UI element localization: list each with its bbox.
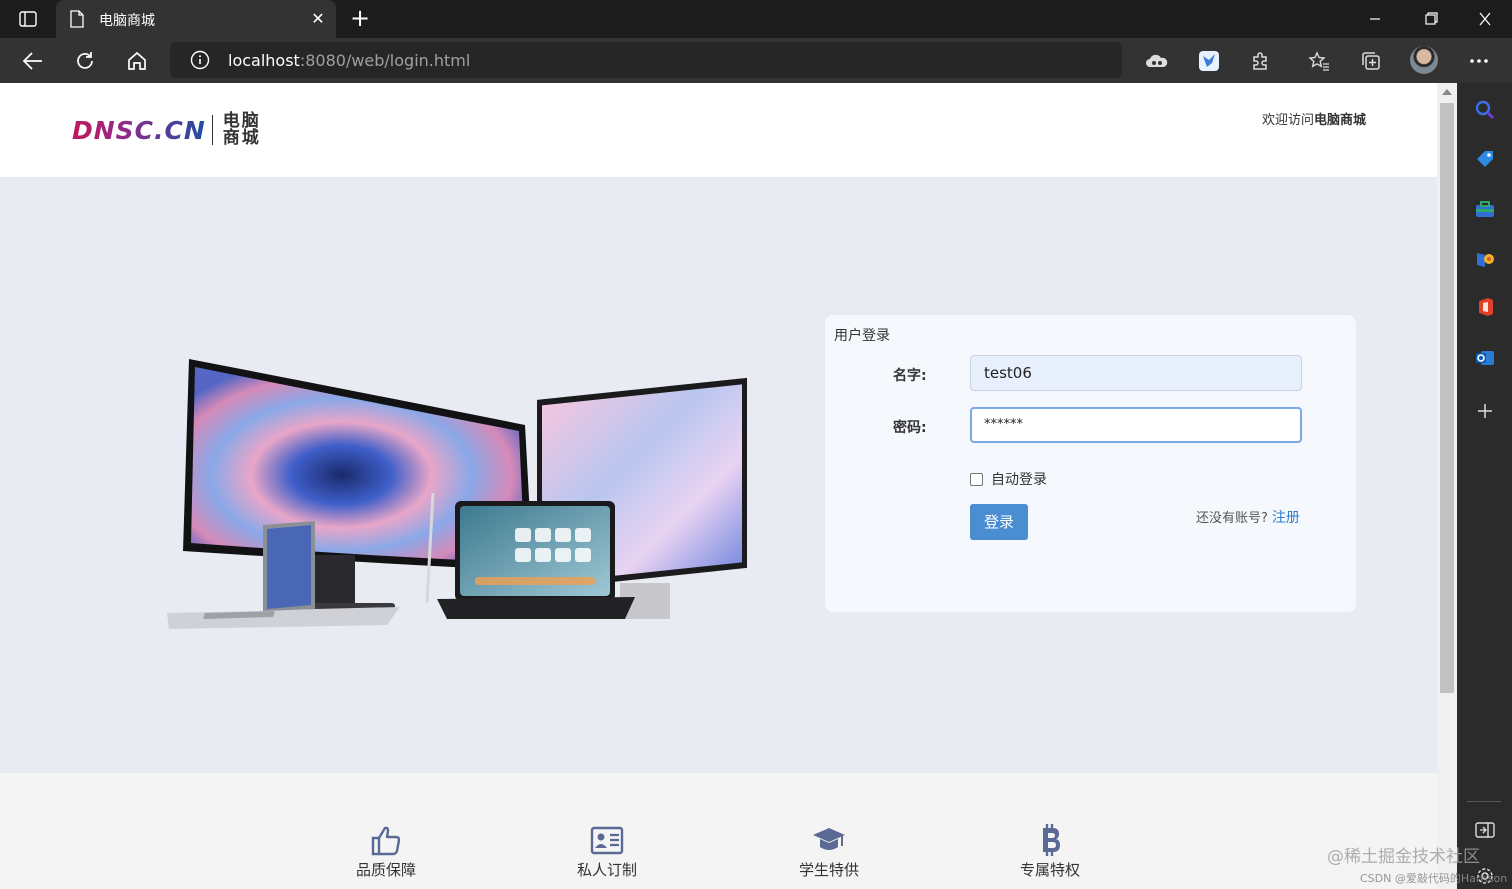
site-info-icon[interactable]: [190, 50, 210, 70]
hide-sidebar-icon[interactable]: [1475, 820, 1495, 840]
url-path: :8080/web/login.html: [299, 51, 471, 70]
extension-cloud-button[interactable]: [1142, 46, 1172, 76]
register-link[interactable]: 注册: [1272, 510, 1300, 526]
feature-privilege[interactable]: 专属特权: [1000, 823, 1100, 883]
more-icon: [1470, 59, 1488, 63]
page-scrollbar[interactable]: [1437, 83, 1457, 889]
tools-icon[interactable]: [1475, 199, 1495, 219]
add-icon[interactable]: [1475, 401, 1495, 421]
page-icon: [70, 10, 84, 28]
cloud-extension-icon: [1146, 54, 1168, 67]
home-button[interactable]: [122, 46, 152, 76]
username-input[interactable]: test06: [970, 355, 1302, 391]
collections-button[interactable]: [1356, 46, 1386, 76]
logo-chinese: 电脑商城: [222, 111, 261, 148]
feature-quality[interactable]: 品质保障: [336, 823, 436, 883]
office-icon[interactable]: [1475, 297, 1495, 317]
favorites-icon: [1308, 51, 1329, 71]
auto-login-label: 自动登录: [991, 472, 1047, 488]
favorites-button[interactable]: [1304, 46, 1334, 76]
scroll-thumb[interactable]: [1440, 103, 1454, 693]
features-bar: 品质保障 私人订制 学生特供 专属特权: [0, 773, 1437, 889]
url-host: localhost: [228, 51, 300, 70]
feature-label: 学生特供: [798, 861, 859, 879]
no-account-text: 还没有账号?: [1196, 511, 1268, 526]
page-viewport: DNSC.CN 电脑商城 欢迎访问电脑商城 用户登录 名字: test06 密码…: [0, 83, 1437, 889]
feature-label: 私人订制: [576, 861, 637, 879]
password-input[interactable]: ******: [970, 407, 1302, 443]
shopping-tag-icon[interactable]: [1475, 149, 1495, 169]
login-panel: 用户登录 名字: test06 密码: ****** 自动登录 登录 还没有账号…: [825, 315, 1356, 612]
refresh-icon: [77, 52, 93, 69]
games-icon[interactable]: [1475, 249, 1495, 269]
window-close-icon[interactable]: [1470, 8, 1500, 30]
back-arrow-icon: [22, 52, 42, 70]
extensions-button[interactable]: [1246, 46, 1276, 76]
welcome-prefix: 欢迎访问: [1262, 113, 1315, 128]
logo-english: DNSC.CN: [72, 115, 206, 145]
site-logo[interactable]: DNSC.CN 电脑商城: [72, 113, 267, 147]
tab-actions-icon: [19, 11, 37, 27]
username-label: 名字:: [893, 368, 927, 384]
welcome-text: 欢迎访问电脑商城: [1262, 109, 1366, 128]
auto-login-option[interactable]: 自动登录: [970, 469, 1047, 489]
restore-icon[interactable]: [1416, 8, 1446, 30]
welcome-site-name: 电脑商城: [1314, 113, 1367, 128]
address-bar[interactable]: localhost:8080/web/login.html: [170, 42, 1122, 78]
tab-title: 电脑商城: [99, 13, 155, 29]
graduation-cap-icon: [813, 828, 845, 850]
bitcoin-icon: [1043, 824, 1060, 856]
login-button[interactable]: 登录: [970, 504, 1028, 540]
home-icon: [128, 51, 146, 70]
puzzle-icon: [1253, 52, 1267, 70]
auto-login-checkbox[interactable]: [970, 472, 983, 486]
profile-avatar[interactable]: [1410, 46, 1438, 74]
thumbs-up-icon: [371, 826, 401, 856]
new-tab-button[interactable]: +: [346, 6, 374, 32]
hero-section: 用户登录 名字: test06 密码: ****** 自动登录 登录 还没有账号…: [0, 177, 1437, 773]
register-hint: 还没有账号? 注册: [1196, 507, 1300, 527]
collections-icon: [1362, 52, 1380, 70]
bird-extension-icon: [1199, 51, 1219, 71]
site-header: DNSC.CN 电脑商城 欢迎访问电脑商城: [0, 83, 1437, 177]
feature-student[interactable]: 学生特供: [779, 823, 879, 883]
minimize-icon[interactable]: [1360, 8, 1390, 30]
feature-label: 专属特权: [1019, 861, 1080, 879]
active-tab[interactable]: 电脑商城 ✕: [56, 0, 336, 38]
product-showcase-image: [167, 359, 747, 629]
feature-label: 品质保障: [355, 861, 416, 879]
logo-divider: [211, 115, 213, 145]
sidebar-divider: [1467, 801, 1501, 802]
refresh-button[interactable]: [70, 46, 100, 76]
tab-actions-button[interactable]: [14, 8, 42, 30]
watermark-author: CSDN @爱敲代码的Harrison: [1360, 872, 1508, 885]
tab-close-icon[interactable]: ✕: [308, 9, 328, 29]
password-label: 密码:: [893, 420, 927, 436]
edge-sidebar: [1457, 83, 1512, 889]
tab-bar: 电脑商城 ✕ +: [0, 0, 1512, 38]
outlook-icon[interactable]: [1475, 348, 1495, 368]
more-menu-button[interactable]: [1464, 46, 1494, 76]
extension-bird-button[interactable]: [1194, 46, 1224, 76]
scroll-up-arrow-icon[interactable]: [1442, 89, 1452, 95]
url-text: localhost:8080/web/login.html: [228, 51, 470, 70]
search-icon[interactable]: [1475, 100, 1495, 120]
back-button[interactable]: [18, 46, 48, 76]
login-title: 用户登录: [834, 328, 890, 344]
id-card-icon: [590, 826, 624, 855]
watermark: @稀土掘金技术社区: [1327, 847, 1480, 867]
feature-custom[interactable]: 私人订制: [557, 823, 657, 883]
